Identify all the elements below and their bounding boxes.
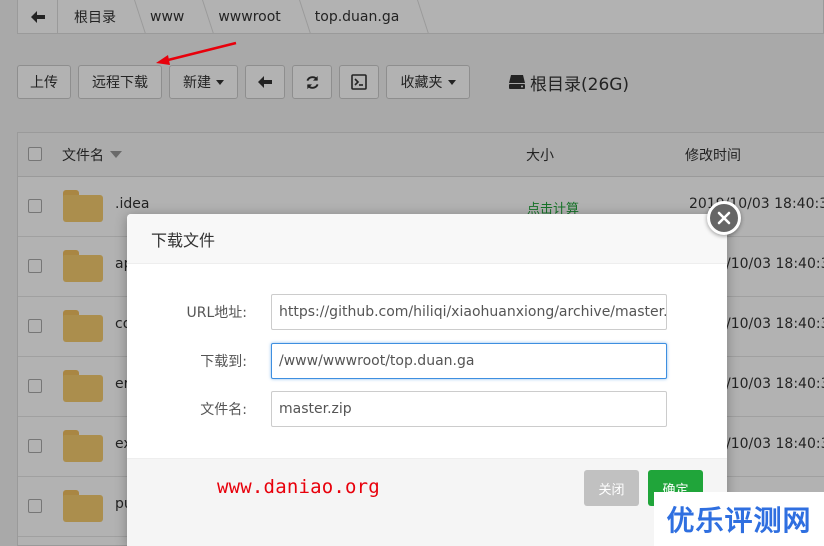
url-row: URL地址: https://github.com/hiliqi/xiaohua… [127, 294, 727, 330]
destination-input[interactable]: /www/wwwroot/top.duan.ga [271, 343, 667, 379]
close-button[interactable]: 关闭 [584, 470, 639, 506]
dialog-footer: 关闭 确定 [127, 458, 727, 546]
destination-label: 下载到: [200, 354, 247, 370]
url-label: URL地址: [186, 305, 248, 321]
destination-row: 下载到: /www/wwwroot/top.duan.ga [127, 343, 727, 379]
close-icon[interactable] [707, 201, 741, 235]
brand-watermark: 优乐评测网 [654, 492, 824, 546]
dialog-title: 下载文件 [127, 214, 727, 264]
filename-label: 文件名: [200, 402, 247, 418]
url-input[interactable]: https://github.com/hiliqi/xiaohuanxiong/… [271, 294, 667, 330]
watermark-url: www.daniao.org [217, 476, 380, 498]
annotation-arrow-icon [156, 41, 237, 65]
filename-input[interactable]: master.zip [271, 391, 667, 427]
filename-row: 文件名: master.zip [127, 391, 727, 427]
